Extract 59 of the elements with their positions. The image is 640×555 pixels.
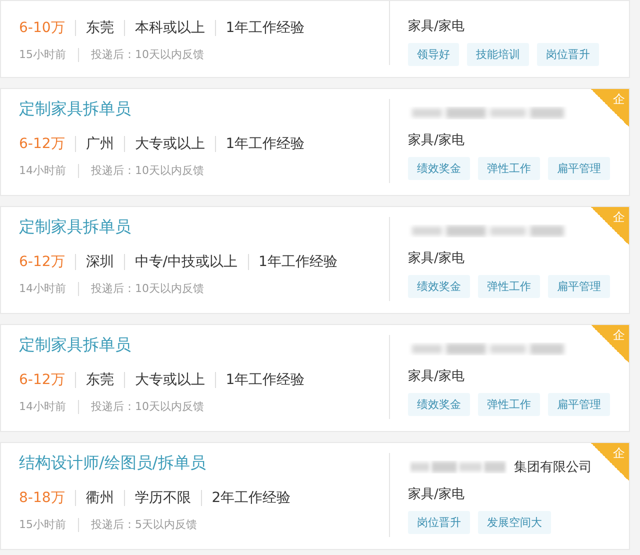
education: 学历不限	[134, 489, 191, 507]
enterprise-badge: 企	[591, 207, 629, 245]
company-name[interactable]: 集团有限公司	[514, 458, 592, 476]
benefit-tag: 岗位晋升	[537, 43, 599, 66]
salary: 6-12万	[19, 135, 65, 153]
posted-time: 14小时前	[19, 399, 66, 414]
benefit-tag: 扁平管理	[548, 393, 610, 416]
feedback-time: 投递后：10天以内反馈	[91, 399, 204, 414]
city: 东莞	[86, 19, 114, 37]
job-card[interactable]: 定制家具拆单员 6-12万 深圳 中专/中技或以上 1年工作经验 14小时前 投递后：10天以内反馈 家具/家电 绩效奖金 弹性工作 扁平管理 企	[0, 206, 630, 314]
industry: 家具/家电	[408, 250, 466, 267]
job-card[interactable]: 定制家具拆单员 6-12万 东莞 大专或以上 1年工作经验 14小时前 投递后：10天以内反馈 家具/家电 绩效奖金 弹性工作 扁平管理 企	[0, 324, 630, 432]
city: 深圳	[86, 253, 114, 271]
enterprise-badge: 企	[591, 89, 629, 127]
industry: 家具/家电	[408, 368, 466, 385]
posted-time: 14小时前	[19, 281, 66, 296]
experience: 1年工作经验	[258, 253, 338, 271]
education: 大专或以上	[134, 135, 205, 153]
posted-time: 15小时前	[19, 517, 66, 532]
benefit-tag: 扁平管理	[548, 157, 610, 180]
enterprise-badge: 企	[591, 443, 629, 481]
job-card[interactable]: 6-10万 东莞 本科或以上 1年工作经验 15小时前 投递后：10天以内反馈 家具/家电 领导好 技能培训 岗位晋升	[0, 0, 630, 78]
benefit-tag: 弹性工作	[478, 275, 540, 298]
experience: 1年工作经验	[226, 135, 305, 153]
benefit-tag: 弹性工作	[478, 157, 540, 180]
education: 本科或以上	[134, 19, 205, 37]
feedback-time: 投递后：5天以内反馈	[91, 517, 197, 532]
city: 东莞	[86, 371, 114, 389]
benefit-tag: 绩效奖金	[408, 275, 470, 298]
industry: 家具/家电	[408, 486, 466, 503]
benefit-tag: 发展空间大	[478, 511, 551, 534]
benefit-tag: 技能培训	[467, 43, 529, 66]
salary: 8-18万	[19, 489, 65, 507]
city: 广州	[86, 135, 114, 153]
enterprise-badge: 企	[591, 325, 629, 363]
benefit-tag: 绩效奖金	[408, 393, 470, 416]
city: 衢州	[86, 489, 114, 507]
education: 大专或以上	[134, 371, 205, 389]
job-card[interactable]: 定制家具拆单员 6-12万 广州 大专或以上 1年工作经验 14小时前 投递后：10天以内反馈 家具/家电 绩效奖金 弹性工作 扁平管理 企	[0, 88, 630, 196]
benefit-tag: 岗位晋升	[408, 511, 470, 534]
salary: 6-12万	[19, 371, 65, 389]
experience: 1年工作经验	[226, 371, 305, 389]
feedback-time: 投递后：10天以内反馈	[91, 163, 204, 178]
salary: 6-10万	[19, 19, 65, 37]
posted-time: 14小时前	[19, 163, 66, 178]
job-card[interactable]: 结构设计师/绘图员/拆单员 8-18万 衢州 学历不限 2年工作经验 15小时前 投递后：5天以内反馈 集团有限公司 家具/家电 岗位晋升 发展空间大 企	[0, 442, 630, 550]
benefit-tag: 绩效奖金	[408, 157, 470, 180]
benefit-tag: 扁平管理	[548, 275, 610, 298]
industry: 家具/家电	[408, 18, 466, 35]
benefit-tag: 领导好	[408, 43, 459, 66]
experience: 1年工作经验	[226, 19, 305, 37]
feedback-time: 投递后：10天以内反馈	[91, 281, 204, 296]
education: 中专/中技或以上	[134, 253, 238, 271]
posted-time: 15小时前	[19, 47, 66, 62]
feedback-time: 投递后：10天以内反馈	[91, 47, 204, 62]
experience: 2年工作经验	[212, 489, 291, 507]
industry: 家具/家电	[408, 132, 466, 149]
salary: 6-12万	[19, 253, 65, 271]
benefit-tag: 弹性工作	[478, 393, 540, 416]
